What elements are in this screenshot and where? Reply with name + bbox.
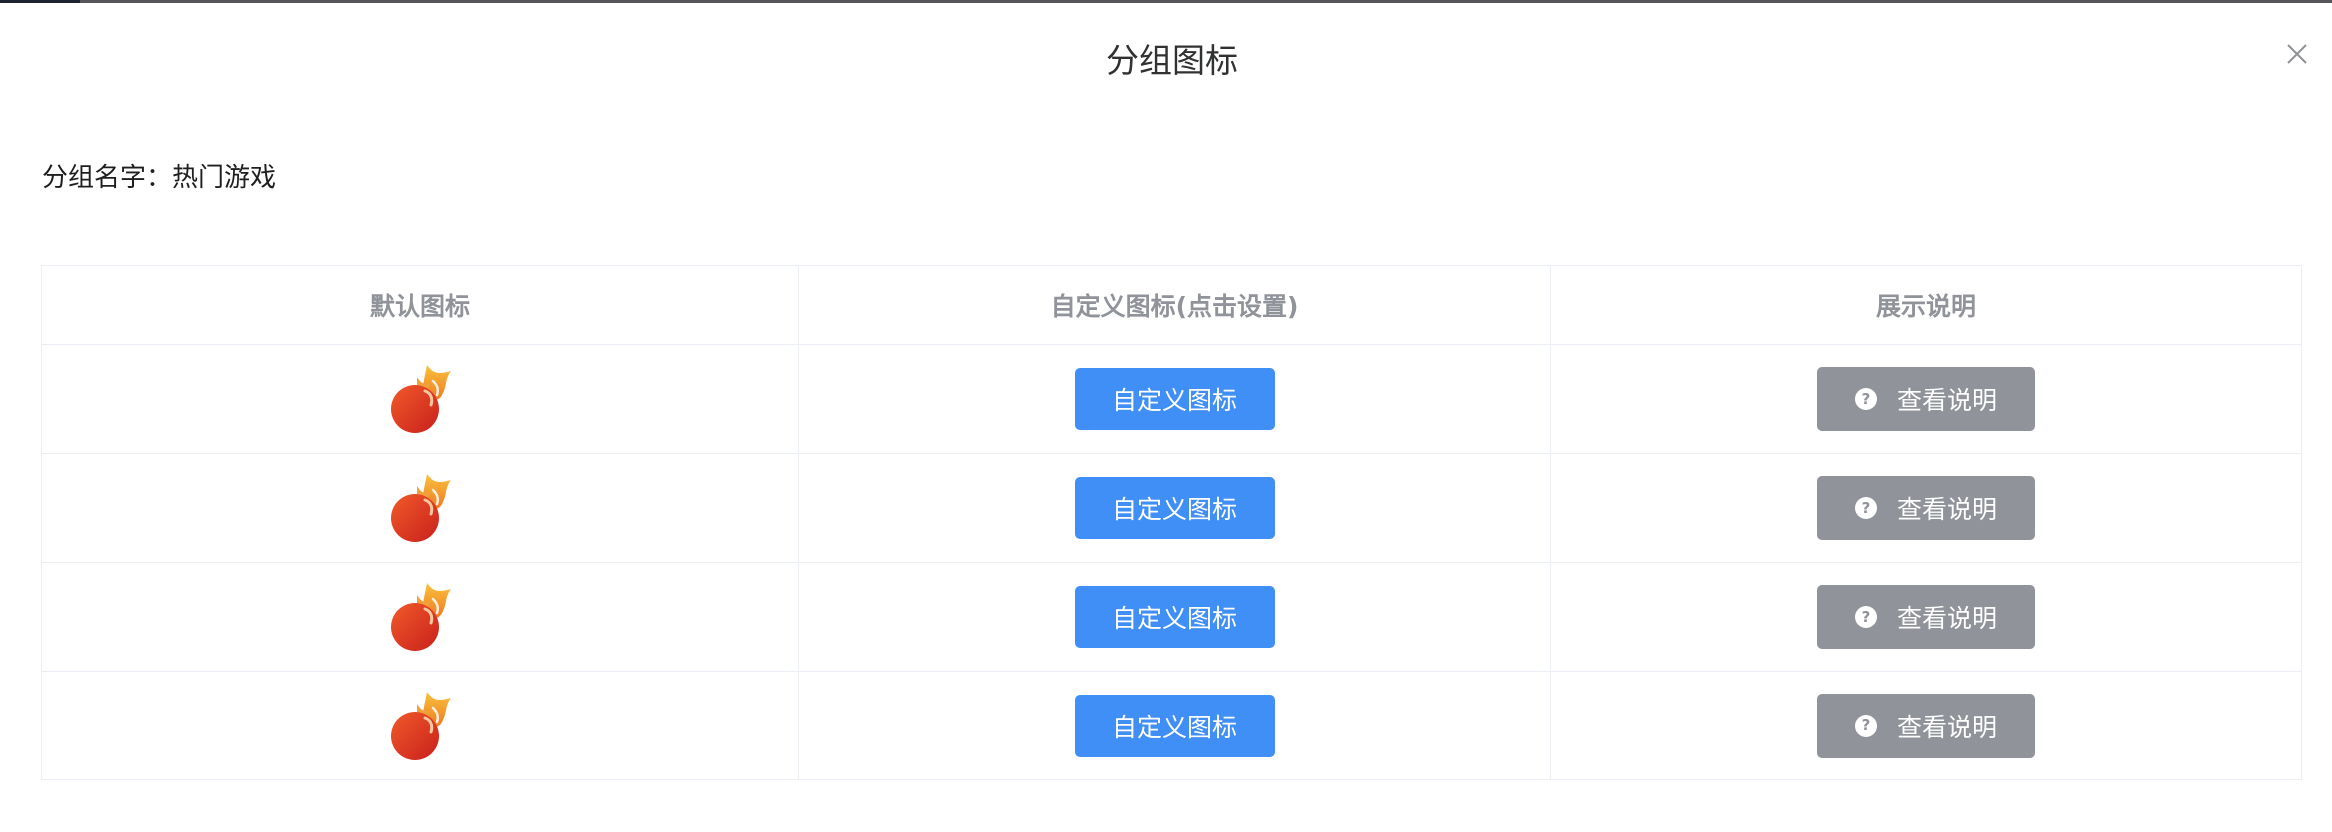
group-icon-dialog: 分组图标 分组名字：热门游戏 默认图标 自定义图标(点击设置) 展示说明 自定义… [0,3,2332,832]
custom-icon-button[interactable]: 自定义图标 [1074,477,1275,539]
fire-icon [391,583,451,651]
default-icon-cell [42,672,799,779]
header-cell-default-icon: 默认图标 [42,266,799,344]
fire-icon [391,691,451,760]
custom-icon-button[interactable]: 自定义图标 [1074,586,1275,648]
fire-icon [391,365,451,433]
table-row: 自定义图标 ? 查看说明 [42,563,2301,672]
fire-icon [391,474,451,542]
view-description-label: 查看说明 [1896,604,1997,633]
table-header: 默认图标 自定义图标(点击设置) 展示说明 [42,266,2301,345]
description-cell: ? 查看说明 [1551,345,2301,453]
view-description-button[interactable]: ? 查看说明 [1817,476,2035,540]
table-row: 自定义图标 ? 查看说明 [42,672,2301,779]
default-icon-cell [42,563,799,671]
header-custom-icon: 自定义图标(点击设置) [1050,292,1299,321]
header-description: 展示说明 [1875,292,1976,321]
custom-icon-cell: 自定义图标 [799,672,1551,779]
group-name-value: 热门游戏 [172,163,277,193]
icon-table: 默认图标 自定义图标(点击设置) 展示说明 自定义图标 ? 查看说明 自定义图标… [41,265,2302,780]
default-icon-cell [42,454,799,562]
question-icon: ? [1854,388,1877,410]
close-icon[interactable] [2286,43,2308,65]
custom-icon-cell: 自定义图标 [799,454,1551,562]
table-row: 自定义图标 ? 查看说明 [42,345,2301,454]
view-description-button[interactable]: ? 查看说明 [1817,693,2035,758]
question-icon: ? [1854,606,1877,628]
question-icon: ? [1854,714,1877,737]
view-description-label: 查看说明 [1896,386,1997,415]
view-description-button[interactable]: ? 查看说明 [1817,585,2035,649]
custom-icon-button[interactable]: 自定义图标 [1074,694,1275,757]
description-cell: ? 查看说明 [1551,672,2301,779]
header-cell-custom-icon: 自定义图标(点击设置) [799,266,1551,344]
header-cell-description: 展示说明 [1551,266,2301,344]
header-default-icon: 默认图标 [369,292,470,321]
custom-icon-cell: 自定义图标 [799,563,1551,671]
custom-icon-button[interactable]: 自定义图标 [1074,368,1275,430]
view-description-label: 查看说明 [1896,495,1997,524]
dialog-title: 分组图标 [1106,41,1238,80]
custom-icon-cell: 自定义图标 [799,345,1551,453]
table-row: 自定义图标 ? 查看说明 [42,454,2301,563]
description-cell: ? 查看说明 [1551,563,2301,671]
group-name-label: 分组名字： [42,163,173,193]
view-description-label: 查看说明 [1896,712,1997,742]
group-name-line: 分组名字：热门游戏 [42,160,276,196]
question-icon: ? [1854,497,1877,519]
default-icon-cell [42,345,799,453]
view-description-button[interactable]: ? 查看说明 [1817,367,2035,431]
description-cell: ? 查看说明 [1551,454,2301,562]
